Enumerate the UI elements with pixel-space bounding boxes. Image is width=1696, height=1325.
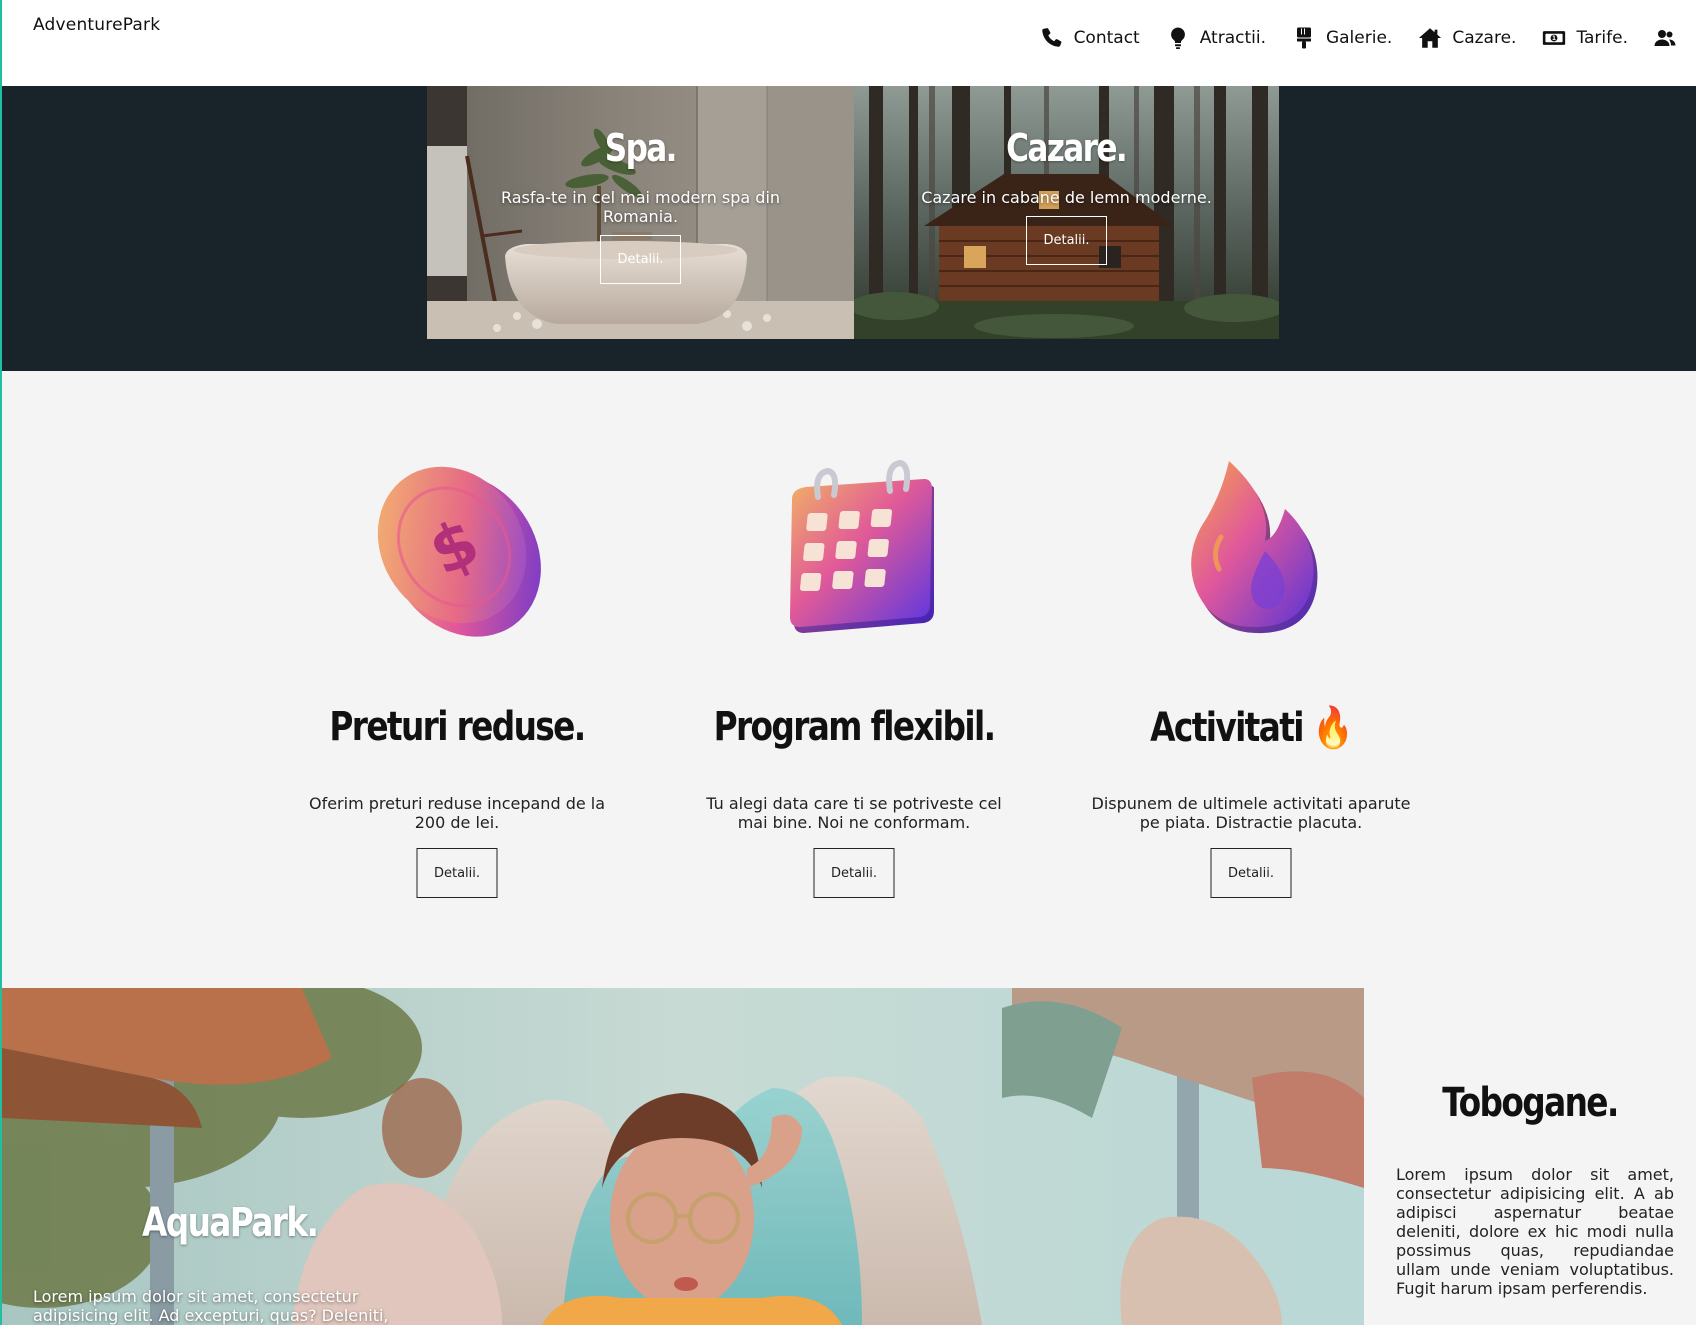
hero-desc-cazare: Cazare in cabane de lemn moderne.	[921, 188, 1212, 207]
money-icon: 1	[1542, 26, 1566, 50]
waterslide-photo	[2, 988, 1364, 1325]
aquapark-section: AquaPark. Lorem ipsum dolor sit amet, co…	[2, 988, 1696, 1325]
feature-desc-program: Tu alegi data care ti se potriveste cel …	[706, 794, 1002, 832]
cazare-details-button[interactable]: Detalii.	[1026, 216, 1107, 265]
nav-label-galerie: Galerie.	[1325, 28, 1393, 48]
nav-label-atractii: Atractii.	[1199, 28, 1266, 48]
aquapark-desc: Lorem ipsum dolor sit amet, consectetur …	[33, 1287, 389, 1325]
preturi-details-button[interactable]: Detalii.	[416, 848, 498, 898]
calendar-icon	[790, 459, 934, 633]
nav-item-galerie[interactable]: Galerie.	[1292, 26, 1392, 50]
nav-item-tarife[interactable]: 1 Tarife.	[1542, 26, 1628, 50]
hero-card-cazare: Cazare. Cazare in cabane de lemn moderne…	[854, 86, 1279, 339]
spa-details-button[interactable]: Detalii.	[600, 235, 681, 284]
paintbrush-icon	[1292, 26, 1316, 50]
nav-item-cazare[interactable]: Cazare.	[1418, 26, 1516, 50]
coin-icon: $	[377, 466, 541, 637]
hero-section: Spa. Rasfa-te in cel mai modern spa din …	[2, 86, 1696, 371]
nav-item-contact[interactable]: Contact	[1040, 26, 1140, 50]
aquapark-banner: AquaPark. Lorem ipsum dolor sit amet, co…	[2, 988, 1364, 1325]
nav-label-contact: Contact	[1073, 28, 1140, 48]
tobogane-desc: Lorem ipsum dolor sit amet, consectetur …	[1396, 1165, 1674, 1298]
nav-label-tarife: Tarife.	[1576, 28, 1628, 48]
lightbulb-icon	[1166, 26, 1190, 50]
house-icon	[1418, 26, 1442, 50]
tobogane-title: Tobogane.	[1442, 1080, 1619, 1126]
phone-icon	[1040, 26, 1064, 50]
hero-title-spa: Spa.	[604, 126, 678, 170]
hero-overlay-spa: Spa. Rasfa-te in cel mai modern spa din …	[427, 86, 854, 339]
feature-title-activitati: Activitati 🔥	[1150, 705, 1353, 751]
hero-overlay-cazare: Cazare. Cazare in cabane de lemn moderne…	[854, 86, 1279, 339]
features-section: $ Preturi reduse. Oferim preturi reduse …	[2, 371, 1696, 988]
hero-card-spa: Spa. Rasfa-te in cel mai modern spa din …	[427, 86, 854, 339]
nav-item-users[interactable]	[1654, 26, 1676, 50]
feature-desc-activitati: Dispunem de ultimele activitati aparute …	[1091, 794, 1411, 832]
nav-links: Contact Atractii. Galerie. Cazare. 1 Tar…	[1040, 26, 1676, 50]
aquapark-title: AquaPark.	[142, 1200, 319, 1246]
feature-title-preturi: Preturi reduse.	[329, 704, 586, 750]
program-details-button[interactable]: Detalii.	[813, 848, 895, 898]
hero-title-cazare: Cazare.	[1006, 126, 1129, 170]
nav-item-atractii[interactable]: Atractii.	[1166, 26, 1266, 50]
activitati-details-button[interactable]: Detalii.	[1210, 848, 1292, 898]
hero-desc-spa: Rasfa-te in cel mai modern spa din Roman…	[500, 188, 781, 226]
navbar: AdventurePark Contact Atractii. Galerie.…	[2, 0, 1696, 86]
feature-title-program: Program flexibil.	[713, 704, 996, 750]
nav-label-cazare: Cazare.	[1452, 28, 1517, 48]
users-icon	[1654, 26, 1676, 50]
brand-logo[interactable]: AdventurePark	[33, 15, 160, 35]
svg-text:1: 1	[1552, 35, 1556, 42]
feature-desc-preturi: Oferim preturi reduse incepand de la 200…	[308, 794, 606, 832]
flame-icon	[1191, 461, 1318, 634]
